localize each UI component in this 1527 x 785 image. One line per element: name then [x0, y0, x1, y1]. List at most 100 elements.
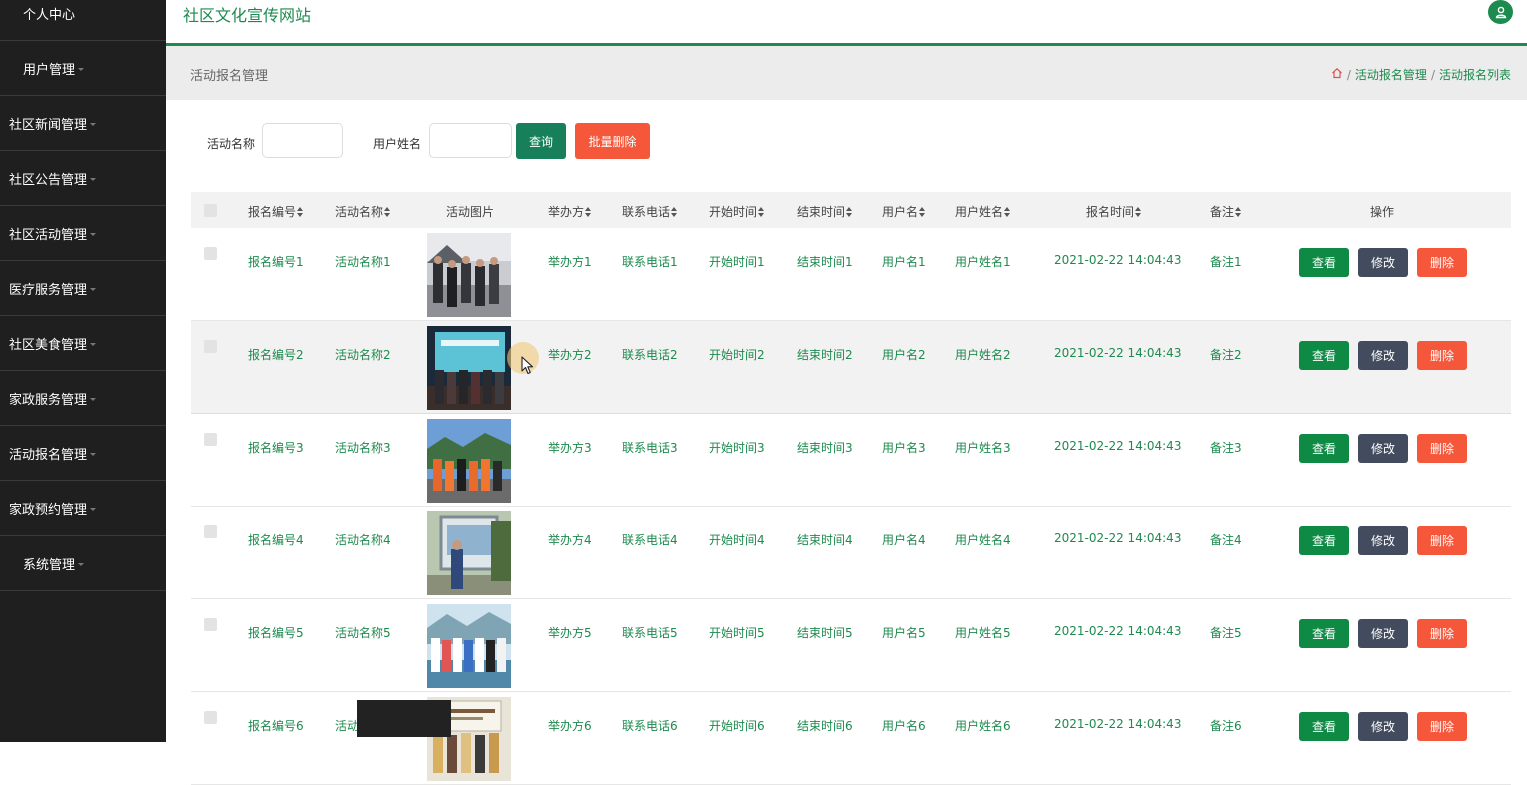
- sidebar-item-food-management[interactable]: 社区美食管理: [0, 317, 166, 371]
- sort-icon: [846, 206, 853, 217]
- sidebar-item-booking-management[interactable]: 家政预约管理: [0, 482, 166, 536]
- delete-button[interactable]: 删除: [1417, 434, 1467, 463]
- sidebar-item-personal-center[interactable]: 个人中心: [0, 0, 166, 41]
- breadcrumb-link[interactable]: 活动报名管理: [1355, 66, 1427, 83]
- sort-icon: [671, 206, 678, 217]
- view-button[interactable]: 查看: [1299, 526, 1349, 555]
- activity-image[interactable]: [427, 604, 511, 688]
- table-row: 报名编号5 活动名称5 举办方5 联系电话5 开始时间5 结束时间5 用户名5 …: [191, 599, 1511, 692]
- column-header-signup-time[interactable]: 报名时间: [1086, 203, 1142, 220]
- column-header-organizer[interactable]: 举办方: [548, 203, 592, 220]
- sidebar-item-label: 活动报名管理: [9, 448, 88, 463]
- cell-start-time: 开始时间4: [709, 533, 765, 547]
- cell-signup-time: 2021-02-22 14:04:43: [1054, 253, 1182, 267]
- view-button[interactable]: 查看: [1299, 341, 1349, 370]
- chevron-down-icon: [90, 122, 97, 126]
- edit-button[interactable]: 修改: [1358, 712, 1408, 741]
- cell-remark: 备注6: [1210, 719, 1242, 733]
- user-glyph: [1495, 6, 1506, 19]
- sidebar-item-system-management[interactable]: 系统管理: [0, 537, 166, 591]
- activity-image[interactable]: [427, 233, 511, 317]
- cell-end-time: 结束时间4: [797, 533, 853, 547]
- sort-icon: [1135, 206, 1142, 217]
- cell-organizer: 举办方6: [548, 719, 592, 733]
- delete-button[interactable]: 删除: [1417, 341, 1467, 370]
- column-header-user-fullname[interactable]: 用户姓名: [955, 203, 1011, 220]
- cell-activity-name: 活动名称1: [335, 255, 391, 269]
- sidebar-item-label: 社区公告管理: [9, 173, 88, 188]
- view-button[interactable]: 查看: [1299, 248, 1349, 277]
- activity-image[interactable]: [427, 511, 511, 595]
- column-header-end-time[interactable]: 结束时间: [797, 203, 853, 220]
- delete-button[interactable]: 删除: [1417, 619, 1467, 648]
- activity-name-input[interactable]: [262, 123, 343, 158]
- column-header-phone[interactable]: 联系电话: [622, 203, 678, 220]
- user-fullname-input[interactable]: [429, 123, 512, 158]
- row-checkbox[interactable]: [204, 618, 217, 631]
- column-label: 用户名: [882, 205, 919, 219]
- batch-delete-button[interactable]: 批量删除: [575, 123, 650, 159]
- view-button[interactable]: 查看: [1299, 434, 1349, 463]
- activity-image[interactable]: [427, 419, 511, 503]
- sidebar-item-housekeeping-management[interactable]: 家政服务管理: [0, 372, 166, 426]
- column-label: 用户姓名: [955, 205, 1004, 219]
- sidebar-item-user-management[interactable]: 用户管理: [0, 42, 166, 96]
- activity-image[interactable]: [427, 326, 511, 410]
- cell-organizer: 举办方5: [548, 626, 592, 640]
- sidebar-item-activity-management[interactable]: 社区活动管理: [0, 207, 166, 261]
- sort-icon: [384, 206, 391, 217]
- sidebar-item-medical-management[interactable]: 医疗服务管理: [0, 262, 166, 316]
- home-icon[interactable]: [1331, 67, 1343, 82]
- cell-signup-no: 报名编号3: [248, 441, 304, 455]
- cell-phone: 联系电话5: [622, 626, 678, 640]
- view-button[interactable]: 查看: [1299, 712, 1349, 741]
- edit-button[interactable]: 修改: [1358, 341, 1408, 370]
- edit-button[interactable]: 修改: [1358, 434, 1408, 463]
- edit-button[interactable]: 修改: [1358, 619, 1408, 648]
- edit-button[interactable]: 修改: [1358, 248, 1408, 277]
- row-checkbox[interactable]: [204, 247, 217, 260]
- delete-button[interactable]: 删除: [1417, 712, 1467, 741]
- row-checkbox[interactable]: [204, 433, 217, 446]
- row-checkbox[interactable]: [204, 340, 217, 353]
- redaction-block: [357, 700, 451, 737]
- delete-button[interactable]: 删除: [1417, 248, 1467, 277]
- sort-icon: [585, 206, 592, 217]
- row-checkbox[interactable]: [204, 711, 217, 724]
- sidebar-item-news-management[interactable]: 社区新闻管理: [0, 97, 166, 151]
- column-header-start-time[interactable]: 开始时间: [709, 203, 765, 220]
- activity-name-label: 活动名称: [207, 137, 256, 151]
- sidebar: 个人中心 用户管理 社区新闻管理 社区公告管理 社区活动管理 医疗服务管理 社区…: [0, 0, 166, 742]
- table-row: 报名编号3 活动名称3 举办方3 联系电话3 开始时间3 结束时间3 用户名3 …: [191, 414, 1511, 507]
- user-icon[interactable]: [1488, 0, 1513, 24]
- breadcrumb-current: 活动报名列表: [1438, 68, 1511, 82]
- cell-user-fullname: 用户姓名2: [955, 348, 1011, 362]
- chevron-down-icon: [90, 452, 97, 456]
- column-header-remark[interactable]: 备注: [1210, 203, 1242, 220]
- table-row: 报名编号1 活动名称1 举办方1 联系电话1 开始时间1 结束时间1 用户名1 …: [191, 228, 1511, 321]
- sidebar-item-signup-management[interactable]: 活动报名管理: [0, 427, 166, 481]
- top-header: 社区文化宣传网站: [166, 0, 1527, 43]
- cell-phone: 联系电话4: [622, 533, 678, 547]
- cell-signup-no: 报名编号6: [248, 719, 304, 733]
- column-header-signup-no[interactable]: 报名编号: [248, 203, 304, 220]
- table-row: 报名编号2 活动名称2 举办方2 联系电话2 开始时间2 结束时间2 用户名2 …: [191, 321, 1511, 414]
- row-checkbox[interactable]: [204, 525, 217, 538]
- sidebar-item-label: 家政预约管理: [9, 503, 88, 518]
- cell-start-time: 开始时间5: [709, 626, 765, 640]
- query-button[interactable]: 查询: [516, 123, 566, 159]
- column-header-activity-name[interactable]: 活动名称: [335, 203, 391, 220]
- cell-end-time: 结束时间3: [797, 441, 853, 455]
- cell-end-time: 结束时间6: [797, 719, 853, 733]
- cell-start-time: 开始时间2: [709, 348, 765, 362]
- edit-button[interactable]: 修改: [1358, 526, 1408, 555]
- view-button[interactable]: 查看: [1299, 619, 1349, 648]
- delete-button[interactable]: 删除: [1417, 526, 1467, 555]
- select-all-checkbox[interactable]: [204, 204, 217, 217]
- column-header-username[interactable]: 用户名: [882, 203, 926, 220]
- cell-start-time: 开始时间3: [709, 441, 765, 455]
- cell-signup-time: 2021-02-22 14:04:43: [1054, 717, 1182, 731]
- chevron-down-icon: [90, 287, 97, 291]
- sidebar-item-notice-management[interactable]: 社区公告管理: [0, 152, 166, 206]
- cell-phone: 联系电话1: [622, 255, 678, 269]
